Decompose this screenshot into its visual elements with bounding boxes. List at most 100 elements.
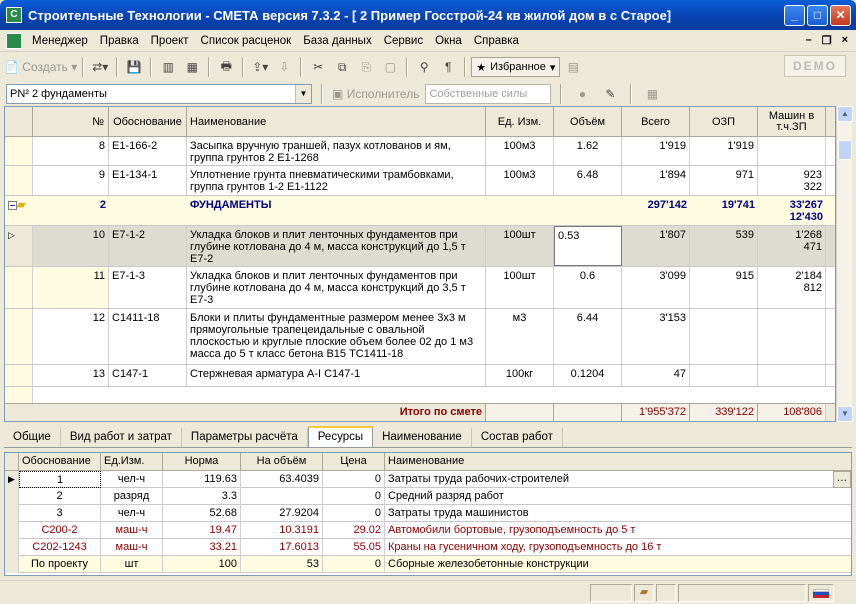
col-total[interactable]: Всего: [622, 107, 690, 137]
resource-row[interactable]: С202-1243 маш-ч 33.21 17.6013 55.05 Кран…: [5, 539, 851, 556]
minimize-button[interactable]: _: [784, 4, 805, 26]
table-row[interactable]: 13 С147-1 Стержневая арматура А-I С147-1…: [5, 365, 835, 387]
maximize-button[interactable]: □: [807, 4, 828, 26]
menu-service[interactable]: Сервис: [378, 35, 429, 47]
col-code[interactable]: Обоснование: [109, 107, 187, 137]
row-ozp: 1'919: [690, 137, 758, 165]
tab-calc-params[interactable]: Параметры расчёта: [182, 428, 308, 447]
navigate-button[interactable]: ⇄ ▾: [89, 56, 111, 78]
col-mach[interactable]: Машин в т.ч.ЗП: [758, 107, 826, 137]
table-icon: ▦: [646, 87, 659, 101]
child-close-button[interactable]: ×: [842, 34, 848, 47]
resource-row[interactable]: По проекту шт 100 53 0 Сборные железобет…: [5, 556, 851, 573]
table-row[interactable]: 8 Е1-166-2 Засыпка вручную траншей, пазу…: [5, 137, 835, 166]
table-row[interactable]: 9 Е1-134-1 Уплотнение грунта пневматичес…: [5, 166, 835, 196]
res-norm: 100: [163, 556, 241, 573]
col-ozp[interactable]: ОЗП: [690, 107, 758, 137]
grid-header: № Обоснование Наименование Ед. Изм. Объё…: [5, 107, 835, 137]
import-icon: ⇩: [279, 60, 290, 74]
chevron-down-icon[interactable]: ▼: [295, 85, 311, 103]
executor-field[interactable]: Собственные силы: [425, 84, 552, 104]
res-col-volume[interactable]: На объём: [241, 453, 323, 471]
menu-windows[interactable]: Окна: [429, 35, 468, 47]
row-mach: [758, 309, 826, 364]
col-num[interactable]: №: [33, 107, 109, 137]
grid-scrollbar[interactable]: ▲ ▼: [836, 106, 853, 422]
favorites-label: Избранное: [490, 61, 546, 73]
res-code: 3: [19, 505, 101, 522]
tool-a-button[interactable]: ●: [571, 83, 593, 105]
resource-row[interactable]: 3 чел-ч 52.68 27.9204 0 Затраты труда ма…: [5, 505, 851, 522]
tab-general[interactable]: Общие: [4, 428, 61, 447]
scroll-up-icon[interactable]: ▲: [837, 106, 853, 122]
calc-button[interactable]: ▦: [181, 56, 203, 78]
favorites-button[interactable]: ★ Избранное ▾: [471, 57, 561, 77]
paragraph-button[interactable]: ¶: [437, 56, 459, 78]
language-flag-icon[interactable]: [808, 584, 834, 602]
row-code: Е7-1-2: [109, 226, 187, 266]
copy-button[interactable]: ⧉: [331, 56, 353, 78]
section-select[interactable]: РN² 2 фундаменты ▼: [6, 84, 312, 104]
row-unit: м3: [486, 309, 554, 364]
executor-button[interactable]: ▣ Исполнитель: [332, 83, 419, 105]
res-volume: [241, 488, 323, 505]
print-button[interactable]: 🖶: [215, 56, 237, 78]
menu-manager[interactable]: Менеджер: [26, 35, 94, 47]
paste-button[interactable]: ⎘: [355, 56, 377, 78]
executor-label: Исполнитель: [346, 87, 420, 101]
child-restore-button[interactable]: ❐: [822, 34, 832, 47]
section-row[interactable]: – ▰ 2 ФУНДАМЕНТЫ 297'142 19'741 33'267 12…: [5, 196, 835, 226]
menu-help[interactable]: Справка: [468, 35, 525, 47]
collapse-icon[interactable]: –: [8, 201, 17, 210]
table-row[interactable]: ▷ 10 Е7-1-2 Укладка блоков и плит ленточ…: [5, 226, 835, 267]
export-button[interactable]: ⇪ ▾: [249, 56, 271, 78]
menu-rates-list[interactable]: Список расценок: [195, 35, 298, 47]
ellipsis-button[interactable]: …: [833, 471, 851, 488]
res-col-unit[interactable]: Ед.Изм.: [101, 453, 163, 471]
child-minimize-button[interactable]: –: [806, 34, 812, 47]
paste-special-button[interactable]: ▢: [379, 56, 401, 78]
tab-name[interactable]: Наименование: [373, 428, 472, 447]
close-button[interactable]: ✕: [830, 4, 851, 26]
row-qty-editor[interactable]: 0.53: [554, 226, 622, 266]
chart-button[interactable]: ▥: [157, 56, 179, 78]
tab-work-type[interactable]: Вид работ и затрат: [61, 428, 182, 447]
col-qty[interactable]: Объём: [554, 107, 622, 137]
res-price: 29.02: [323, 522, 385, 539]
floppy-icon: 💾: [126, 60, 142, 74]
resource-row[interactable]: С200-2 маш-ч 19.47 10.3191 29.02 Автомоб…: [5, 522, 851, 539]
row-unit: 100шт: [486, 226, 554, 266]
pilcrow-icon: ¶: [445, 60, 452, 74]
section-toolbar: РN² 2 фундаменты ▼ ▣ Исполнитель Собстве…: [0, 82, 856, 106]
menu-edit[interactable]: Правка: [94, 35, 145, 47]
res-col-name[interactable]: Наименование: [385, 453, 851, 471]
res-col-price[interactable]: Цена: [323, 453, 385, 471]
scroll-down-icon[interactable]: ▼: [837, 406, 853, 422]
menu-database[interactable]: База данных: [297, 35, 378, 47]
col-unit[interactable]: Ед. Изм.: [486, 107, 554, 137]
cut-button[interactable]: ✂: [307, 56, 329, 78]
col-name[interactable]: Наименование: [187, 107, 486, 137]
find-button[interactable]: ⚲: [413, 56, 435, 78]
resource-row[interactable]: 2 разряд 3.3 0 Средний разряд работ: [5, 488, 851, 505]
tab-work-composition[interactable]: Состав работ: [472, 428, 563, 447]
executor-icon: ▣: [332, 87, 344, 101]
row-mach: 923 322: [758, 166, 826, 195]
row-name: Укладка блоков и плит ленточных фундамен…: [187, 267, 486, 308]
res-col-code[interactable]: Обоснование: [19, 453, 101, 471]
table-row[interactable]: 12 С1411-18 Блоки и плиты фундаментные р…: [5, 309, 835, 365]
tab-resources[interactable]: Ресурсы: [307, 426, 374, 447]
res-code[interactable]: 1: [19, 471, 101, 488]
create-button[interactable]: 📄 Создать ▾: [4, 56, 77, 78]
table-row[interactable]: 11 Е7-1-3 Укладка блоков и плит ленточны…: [5, 267, 835, 309]
res-col-norm[interactable]: Норма: [163, 453, 241, 471]
save-button[interactable]: 💾: [123, 56, 145, 78]
menu-project[interactable]: Проект: [145, 35, 195, 47]
tool-b-button[interactable]: ✎: [599, 83, 621, 105]
tool-c-button[interactable]: ▦: [641, 83, 663, 105]
new-icon: 📄: [4, 60, 19, 74]
favorites-add-button[interactable]: ▤: [562, 56, 584, 78]
scroll-thumb[interactable]: [838, 140, 852, 160]
import-button[interactable]: ⇩: [273, 56, 295, 78]
resource-row[interactable]: ▶ 1 чел-ч 119.63 63.4039 0 Затраты труда…: [5, 471, 851, 488]
